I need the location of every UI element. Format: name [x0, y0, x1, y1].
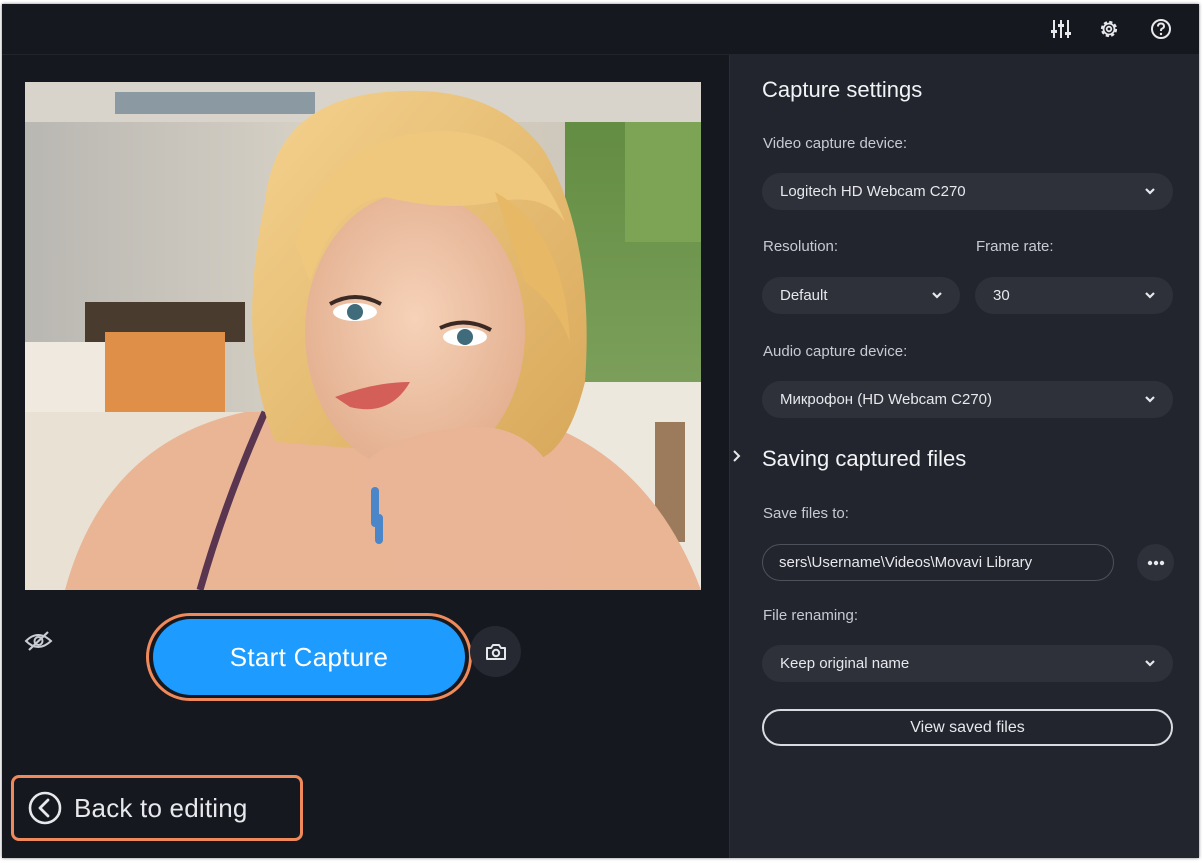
back-to-editing-button[interactable]: Back to editing [11, 775, 303, 841]
camera-icon [485, 643, 506, 660]
capture-settings-title: Capture settings [762, 77, 923, 102]
frame-rate-label: Frame rate: [976, 238, 1054, 255]
resolution-label: Resolution: [763, 238, 839, 255]
frame-rate-dropdown[interactable]: 30 [975, 277, 1173, 314]
capture-window: Start Capture Back to editing Capture se… [2, 4, 1199, 858]
gear-icon[interactable] [1097, 17, 1121, 41]
renaming-value: Keep original name [780, 655, 910, 672]
resolution-dropdown[interactable]: Default [762, 277, 960, 314]
help-icon[interactable] [1149, 17, 1173, 41]
video-device-label: Video capture device: [763, 135, 907, 152]
webcam-preview-image [25, 82, 701, 590]
chevron-down-icon [1145, 292, 1155, 299]
saving-files-title: Saving captured files [762, 446, 967, 471]
video-device-value: Logitech HD Webcam C270 [780, 183, 966, 200]
chevron-down-icon [1145, 396, 1155, 403]
back-to-editing-label: Back to editing [74, 792, 248, 823]
save-to-label: Save files to: [763, 505, 849, 522]
settings-panel: Capture settings Video capture device: L… [729, 55, 1199, 858]
view-saved-files-button[interactable]: View saved files [762, 709, 1173, 746]
eye-off-icon [24, 631, 53, 651]
back-arrow-icon [28, 791, 62, 825]
start-capture-button[interactable]: Start Capture [153, 619, 465, 695]
chevron-down-icon [1145, 660, 1155, 667]
frame-rate-value: 30 [993, 287, 1010, 304]
snapshot-button[interactable] [470, 626, 521, 677]
renaming-dropdown[interactable]: Keep original name [762, 645, 1173, 682]
save-path-field[interactable]: sers\Username\Videos\Movavi Library [762, 544, 1114, 581]
chevron-down-icon [932, 292, 942, 299]
audio-device-value: Микрофон (HD Webcam C270) [780, 391, 993, 408]
audio-device-label: Audio capture device: [763, 343, 908, 360]
webcam-preview [25, 82, 701, 590]
start-capture-highlight: Start Capture [146, 613, 472, 701]
mixer-icon[interactable] [1049, 17, 1073, 41]
chevron-right-icon [733, 450, 741, 462]
resolution-value: Default [780, 287, 828, 304]
audio-device-dropdown[interactable]: Микрофон (HD Webcam C270) [762, 381, 1173, 418]
renaming-label: File renaming: [763, 607, 859, 624]
top-toolbar [2, 4, 1199, 55]
browse-folder-button[interactable] [1137, 544, 1174, 581]
video-device-dropdown[interactable]: Logitech HD Webcam C270 [762, 173, 1173, 210]
chevron-down-icon [1145, 188, 1155, 195]
more-dots-icon [1147, 560, 1164, 565]
hide-preview-button[interactable] [24, 629, 54, 653]
collapse-panel-button[interactable] [730, 447, 744, 465]
preview-area: Start Capture Back to editing [2, 55, 729, 858]
